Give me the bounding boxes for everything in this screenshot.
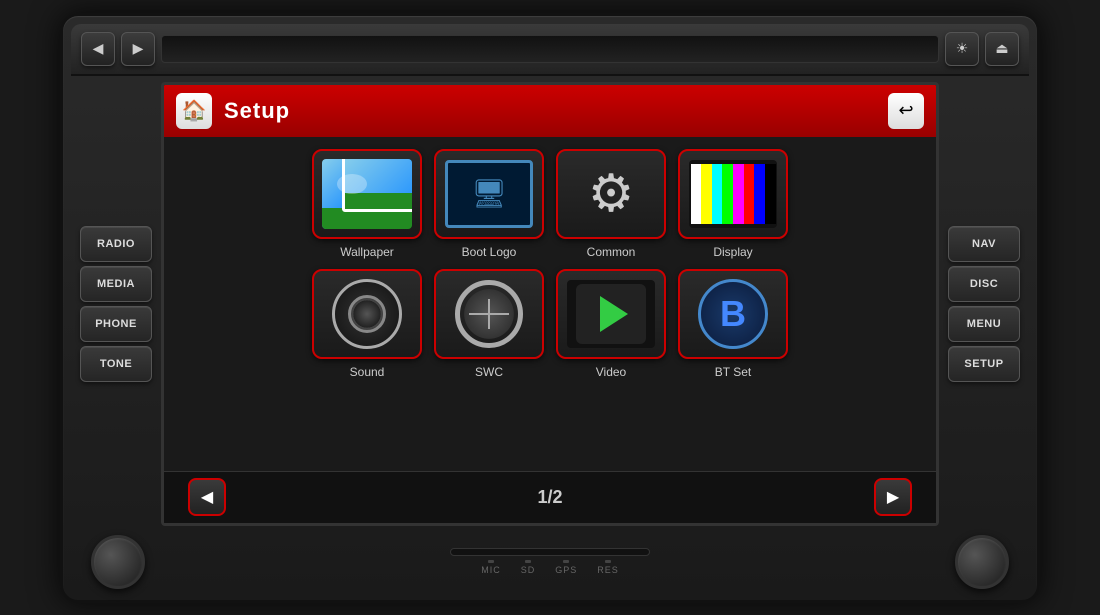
- left-knob[interactable]: [91, 535, 145, 589]
- eject-button[interactable]: ⏏: [985, 32, 1019, 66]
- swc-icon: [449, 279, 529, 349]
- wallpaper-frame: [342, 159, 412, 212]
- next-track-button[interactable]: ▶: [121, 32, 155, 66]
- mic-label: MIC: [481, 565, 501, 575]
- right-knob[interactable]: [955, 535, 1009, 589]
- back-button[interactable]: ↩: [888, 93, 924, 129]
- mic-dot: [488, 560, 494, 563]
- display-item[interactable]: Display: [678, 149, 788, 259]
- mic-indicator: MIC: [481, 560, 501, 575]
- nav-prev-button[interactable]: ◀: [188, 478, 226, 516]
- grid-area: Wallpaper 🖥 Boot Logo ⚙ Com: [164, 137, 936, 471]
- color-bar-white: [691, 164, 702, 224]
- top-bar: ◀ ▶ ☀ ⏏: [71, 24, 1029, 76]
- sound-label: Sound: [350, 365, 385, 379]
- sound-icon-box: [312, 269, 422, 359]
- grid-row-1: Wallpaper 🖥 Boot Logo ⚙ Com: [180, 149, 920, 259]
- swc-label: SWC: [475, 365, 503, 379]
- gps-indicator: GPS: [555, 560, 577, 575]
- bottom-center: MIC SD GPS RES: [450, 548, 650, 575]
- play-triangle-icon: [600, 296, 628, 332]
- media-button[interactable]: MEDIA: [80, 266, 152, 302]
- gps-label: GPS: [555, 565, 577, 575]
- setup-button[interactable]: SETUP: [948, 346, 1020, 382]
- color-bars: [691, 164, 776, 224]
- display-icon: [689, 160, 777, 228]
- brightness-button[interactable]: ☀: [945, 32, 979, 66]
- color-bar-magenta: [733, 164, 744, 224]
- color-bar-blue: [754, 164, 765, 224]
- boot-logo-label: Boot Logo: [462, 245, 517, 259]
- sound-item[interactable]: Sound: [312, 269, 422, 379]
- video-icon-box: [556, 269, 666, 359]
- bottom-bar: MIC SD GPS RES: [71, 532, 1029, 592]
- steering-wheel-icon: [455, 280, 523, 348]
- common-label: Common: [587, 245, 636, 259]
- video-icon: [567, 280, 655, 348]
- screen: 🏠 Setup ↩: [161, 82, 939, 526]
- sound-icon: [332, 279, 402, 349]
- sd-indicator: SD: [521, 560, 536, 575]
- sd-dot: [525, 560, 531, 563]
- common-item[interactable]: ⚙ Common: [556, 149, 666, 259]
- prev-track-button[interactable]: ◀: [81, 32, 115, 66]
- right-side-buttons: NAV DISC MENU SETUP: [939, 82, 1029, 526]
- tone-button[interactable]: TONE: [80, 346, 152, 382]
- boot-logo-item[interactable]: 🖥 Boot Logo: [434, 149, 544, 259]
- wallpaper-label: Wallpaper: [340, 245, 394, 259]
- phone-button[interactable]: PHONE: [80, 306, 152, 342]
- camera-lens-icon: [348, 295, 386, 333]
- res-indicator: RES: [597, 560, 619, 575]
- grid-row-2: Sound SWC: [180, 269, 920, 379]
- color-bar-yellow: [701, 164, 712, 224]
- color-bar-cyan: [712, 164, 723, 224]
- menu-button[interactable]: MENU: [948, 306, 1020, 342]
- display-icon-box: [678, 149, 788, 239]
- boot-logo-icon-box: 🖥: [434, 149, 544, 239]
- bottom-indicators: MIC SD GPS RES: [481, 560, 619, 575]
- sd-label: SD: [521, 565, 536, 575]
- res-dot: [605, 560, 611, 563]
- res-label: RES: [597, 565, 619, 575]
- setup-header: 🏠 Setup ↩: [164, 85, 936, 137]
- color-bar-black: [765, 164, 776, 224]
- setup-title: Setup: [224, 98, 876, 124]
- swc-item[interactable]: SWC: [434, 269, 544, 379]
- bt-set-item[interactable]: B BT Set: [678, 269, 788, 379]
- display-label: Display: [713, 245, 752, 259]
- cd-slot: [161, 35, 939, 63]
- wallpaper-icon-box: [312, 149, 422, 239]
- home-icon[interactable]: 🏠: [176, 93, 212, 129]
- bluetooth-circle-icon: B: [698, 279, 768, 349]
- gps-dot: [563, 560, 569, 563]
- video-item[interactable]: Video: [556, 269, 666, 379]
- left-side-buttons: RADIO MEDIA PHONE TONE: [71, 82, 161, 526]
- color-bar-green: [722, 164, 733, 224]
- bt-icon: B: [693, 279, 773, 349]
- nav-next-button[interactable]: ▶: [874, 478, 912, 516]
- disc-button[interactable]: DISC: [948, 266, 1020, 302]
- common-icon: ⚙: [571, 159, 651, 229]
- bottom-slot: [450, 548, 650, 556]
- video-label: Video: [596, 365, 626, 379]
- common-icon-box: ⚙: [556, 149, 666, 239]
- video-play-icon: [576, 284, 646, 344]
- main-area: RADIO MEDIA PHONE TONE 🏠 Setup ↩: [71, 76, 1029, 532]
- wallpaper-item[interactable]: Wallpaper: [312, 149, 422, 259]
- head-unit: ◀ ▶ ☀ ⏏ RADIO MEDIA PHONE TONE 🏠 Setup ↩: [60, 13, 1040, 603]
- boot-logo-icon: 🖥: [445, 160, 533, 228]
- page-indicator: 1/2: [537, 487, 562, 508]
- radio-button[interactable]: RADIO: [80, 226, 152, 262]
- bt-set-icon-box: B: [678, 269, 788, 359]
- bt-set-label: BT Set: [715, 365, 751, 379]
- color-bar-red: [744, 164, 755, 224]
- swc-icon-box: [434, 269, 544, 359]
- nav-button[interactable]: NAV: [948, 226, 1020, 262]
- nav-bar: ◀ 1/2 ▶: [164, 471, 936, 523]
- wallpaper-icon: [322, 159, 412, 229]
